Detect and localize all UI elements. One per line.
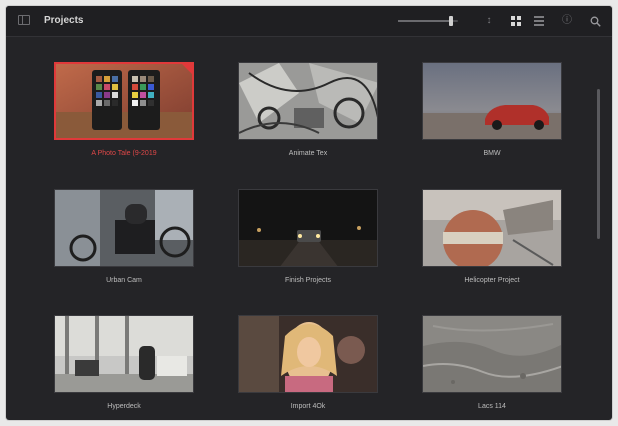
project-name: Hyperdeck: [107, 403, 141, 410]
project-thumbnail[interactable]: [238, 62, 378, 140]
project-thumbnail[interactable]: [238, 315, 378, 393]
zoom-slider-fill: [398, 20, 451, 22]
sidebar-panel-icon[interactable]: [18, 15, 30, 25]
project-thumbnail[interactable]: [54, 315, 194, 393]
project-name: Import 4Ok: [290, 403, 326, 410]
project-name: Lacs 114: [478, 403, 506, 410]
projects-window: Projects ↕ ⓘ A Photo Tale (9-2019 Animat…: [6, 6, 612, 420]
project-thumbnail[interactable]: [422, 315, 562, 393]
project-name: Helicopter Project: [464, 277, 520, 284]
vertical-scrollbar[interactable]: [597, 89, 600, 239]
project-thumbnail[interactable]: [54, 62, 194, 140]
search-icon[interactable]: [590, 16, 601, 27]
project-name: A Photo Tale (9-2019: [91, 150, 157, 157]
page-title: Projects: [44, 15, 84, 26]
project-thumbnail[interactable]: [422, 189, 562, 267]
sort-icon[interactable]: ↕: [483, 15, 495, 27]
project-thumbnail[interactable]: [422, 62, 562, 140]
toolbar: Projects ↕ ⓘ: [6, 6, 612, 37]
project-grid: A Photo Tale (9-2019 Animate Tex BMW Urb…: [6, 37, 612, 420]
project-name: BMW: [483, 150, 501, 157]
project-name: Animate Tex: [288, 150, 328, 157]
zoom-slider-thumb[interactable]: [448, 16, 453, 26]
zoom-slider[interactable]: [398, 16, 458, 26]
list-view-icon[interactable]: [534, 16, 544, 26]
project-name: Finish Projects: [285, 277, 331, 284]
info-icon[interactable]: ⓘ: [561, 15, 573, 27]
grid-view-icon[interactable]: [511, 16, 521, 26]
project-thumbnail[interactable]: [54, 189, 194, 267]
project-name: Urban Cam: [106, 277, 142, 284]
project-thumbnail[interactable]: [238, 189, 378, 267]
